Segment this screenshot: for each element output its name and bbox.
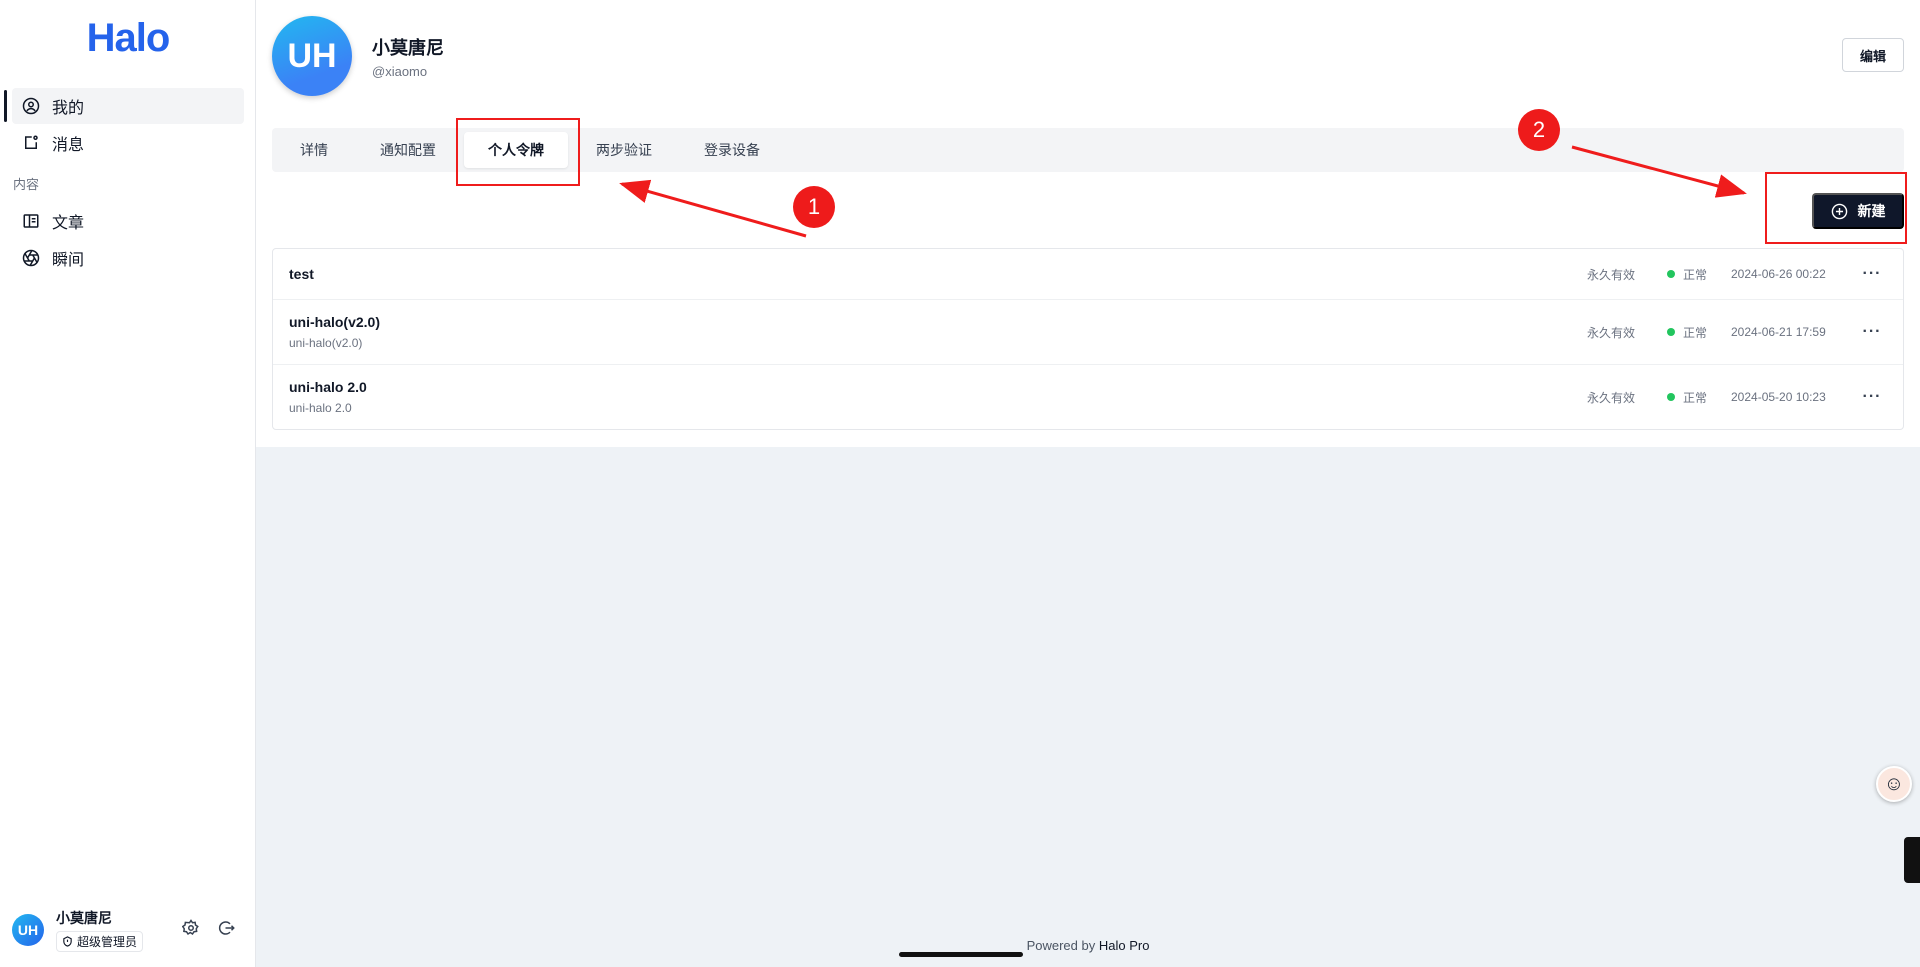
sidebar-item-label: 瞬间 (52, 252, 85, 269)
token-list: test 永久有效 正常 2024-06-26 00:22 ··· uni-ha… (272, 248, 1904, 430)
sidebar: Halo 我的 消息 内容 文章 瞬间 UH 小莫唐尼 超级管理员 (0, 0, 256, 967)
token-description: uni-halo 2.0 (289, 401, 352, 415)
logout-icon[interactable] (218, 919, 236, 942)
table-row[interactable]: uni-halo(v2.0) uni-halo(v2.0) 永久有效 正常 20… (273, 300, 1903, 365)
profile-name: 小莫唐尼 (372, 38, 444, 58)
book-icon (22, 212, 40, 230)
user-name: 小莫唐尼 (56, 910, 112, 926)
token-name: test (289, 266, 314, 282)
annotation-box-tab (456, 118, 580, 186)
user-circle-icon (22, 97, 40, 115)
edit-button[interactable]: 编辑 (1842, 38, 1904, 72)
role-badge: 超级管理员 (56, 931, 144, 952)
sidebar-item-label: 文章 (52, 215, 85, 232)
sidebar-item-label: 消息 (52, 137, 85, 154)
aperture-icon (22, 249, 40, 267)
more-icon[interactable]: ··· (1857, 265, 1887, 283)
profile-panel: UH 小莫唐尼 @xiaomo 编辑 详情 通知配置 个人令牌 两步验证 登录设… (256, 0, 1920, 447)
status-dot (1666, 393, 1675, 401)
shield-icon (62, 936, 73, 947)
token-date: 2024-06-21 17:59 (1731, 325, 1826, 339)
token-expiry: 永久有效 (1586, 325, 1635, 340)
token-description: uni-halo(v2.0) (289, 336, 363, 350)
sidebar-item-moments[interactable]: 瞬间 (12, 240, 244, 276)
footer-brand-link[interactable]: Halo Pro (1099, 938, 1150, 953)
table-row[interactable]: uni-halo 2.0 uni-halo 2.0 永久有效 正常 2024-0… (273, 365, 1903, 429)
footer: Powered by Halo Pro (256, 938, 1920, 953)
avatar[interactable]: UH (12, 914, 44, 946)
table-row[interactable]: test 永久有效 正常 2024-06-26 00:22 ··· (273, 249, 1903, 300)
tab-login-devices[interactable]: 登录设备 (680, 132, 784, 168)
side-drawer-handle[interactable] (1904, 837, 1920, 883)
more-icon[interactable]: ··· (1857, 388, 1887, 406)
halo-logo[interactable]: Halo (0, 16, 256, 61)
footer-prefix: Powered by (1026, 938, 1096, 953)
annotation-badge-2: 2 (1518, 109, 1560, 151)
sidebar-item-posts[interactable]: 文章 (12, 203, 244, 239)
settings-icon[interactable] (181, 919, 200, 942)
notification-icon (22, 134, 40, 152)
status-badge: 正常 (1666, 389, 1707, 406)
status-badge: 正常 (1666, 266, 1707, 283)
annotation-box-new-button (1765, 172, 1907, 244)
tab-detail[interactable]: 详情 (276, 132, 352, 168)
home-indicator (899, 952, 1023, 957)
role-label: 超级管理员 (77, 935, 138, 949)
token-date: 2024-05-20 10:23 (1731, 390, 1826, 404)
profile-avatar: UH (272, 16, 352, 96)
token-name: uni-halo 2.0 (289, 379, 367, 395)
sidebar-group-content: 内容 (13, 177, 40, 192)
status-badge: 正常 (1666, 324, 1707, 341)
token-expiry: 永久有效 (1586, 267, 1635, 282)
tab-notification[interactable]: 通知配置 (356, 132, 460, 168)
sidebar-item-mine[interactable]: 我的 (4, 88, 244, 124)
token-date: 2024-06-26 00:22 (1731, 267, 1826, 281)
profile-handle: @xiaomo (372, 64, 428, 79)
status-dot (1666, 270, 1675, 278)
status-dot (1666, 328, 1675, 336)
tab-two-factor[interactable]: 两步验证 (572, 132, 676, 168)
sidebar-item-messages[interactable]: 消息 (12, 125, 244, 161)
more-icon[interactable]: ··· (1857, 323, 1887, 341)
annotation-badge-1: 1 (793, 186, 835, 228)
current-user: UH 小莫唐尼 超级管理员 (12, 905, 244, 955)
sidebar-item-label: 我的 (52, 100, 85, 117)
token-name: uni-halo(v2.0) (289, 314, 381, 330)
assistant-avatar-icon[interactable]: ☺ (1876, 766, 1912, 802)
token-expiry: 永久有效 (1586, 390, 1635, 405)
